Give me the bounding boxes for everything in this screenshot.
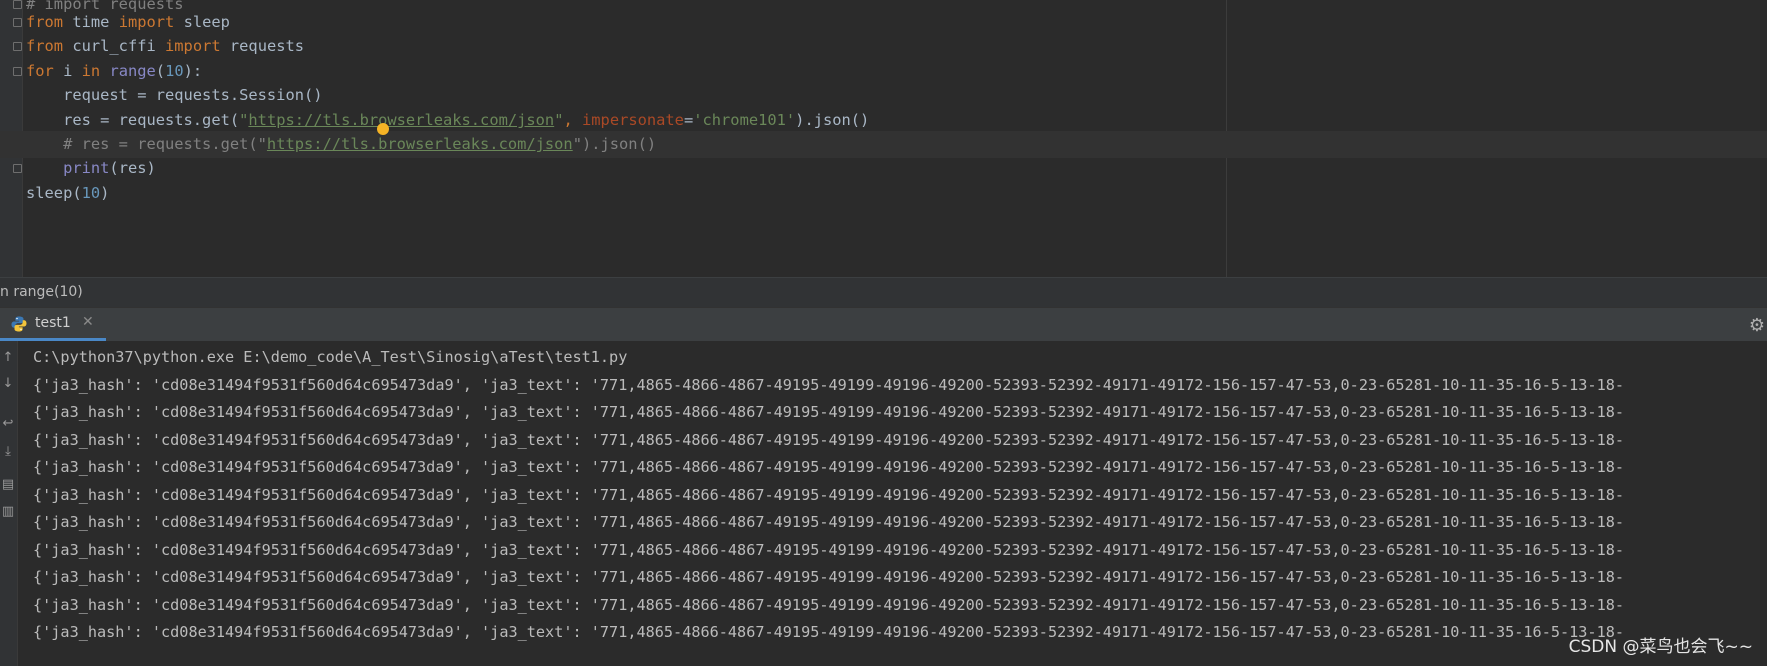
code-token: time bbox=[63, 13, 119, 31]
console-output-line: {'ja3_hash': 'cd08e31494f9531f560d64c695… bbox=[33, 485, 1624, 504]
code-token: curl_cffi bbox=[63, 37, 166, 55]
intention-bulb-icon[interactable] bbox=[377, 123, 389, 135]
code-token: requests bbox=[220, 37, 305, 55]
code-token: ").json() bbox=[572, 135, 657, 153]
breadcrumb-item[interactable]: n range(10) bbox=[0, 284, 83, 300]
breadcrumb[interactable]: n range(10) bbox=[0, 277, 1767, 307]
console-command-line: C:\python37\python.exe E:\demo_code\A_Te… bbox=[33, 348, 628, 366]
code-token: = bbox=[683, 111, 694, 129]
code-token: in bbox=[81, 62, 101, 80]
code-token: for bbox=[26, 62, 54, 80]
arrow-down-icon[interactable]: ↓ bbox=[1, 377, 15, 391]
code-token: impersonate bbox=[582, 111, 684, 129]
code-token: print bbox=[63, 159, 110, 177]
code-token: 'chrome101' bbox=[693, 111, 796, 129]
code-token: res = requests.get( bbox=[26, 111, 240, 129]
console-output-line: {'ja3_hash': 'cd08e31494f9531f560d64c695… bbox=[33, 375, 1624, 394]
console-output-line: {'ja3_hash': 'cd08e31494f9531f560d64c695… bbox=[33, 568, 1624, 586]
code-token: from bbox=[26, 37, 64, 55]
code-token: https://tls.browserleaks.com/json bbox=[248, 111, 555, 129]
code-token: ): bbox=[183, 62, 203, 80]
code-token: sleep bbox=[174, 13, 230, 31]
code-token: i bbox=[53, 62, 82, 80]
code-token: https://tls.browserleaks.com/json bbox=[266, 135, 573, 153]
code-line[interactable]: res = requests.get("https://tls.browserl… bbox=[26, 107, 869, 134]
fold-marker-icon[interactable] bbox=[13, 0, 22, 9]
fold-marker-icon[interactable] bbox=[13, 18, 22, 27]
code-token: , bbox=[563, 111, 583, 129]
code-line[interactable]: from curl_cffi import requests bbox=[26, 33, 304, 60]
code-line[interactable]: sleep(10) bbox=[26, 180, 109, 207]
run-console[interactable]: ↑ ↓ ↩ ⤓ ▤ ▥ C:\python37\python.exe E:\de… bbox=[0, 341, 1767, 666]
code-token: sleep( bbox=[26, 184, 82, 202]
close-icon[interactable]: ✕ bbox=[82, 314, 94, 330]
console-output-line: {'ja3_hash': 'cd08e31494f9531f560d64c695… bbox=[33, 458, 1624, 476]
console-output-line: {'ja3_hash': 'cd08e31494f9531f560d64c695… bbox=[33, 430, 1624, 449]
console-output-line: {'ja3_hash': 'cd08e31494f9531f560d64c695… bbox=[33, 623, 1624, 641]
code-line[interactable]: for i in range(10): bbox=[26, 58, 202, 85]
console-toolbar: ↑ ↓ ↩ ⤓ ▤ ▥ bbox=[0, 341, 18, 666]
code-editor[interactable]: # import requests from time import sleep f… bbox=[0, 0, 1767, 277]
code-token: ( bbox=[155, 62, 166, 80]
code-token: " bbox=[239, 111, 249, 129]
trash-icon[interactable]: ▥ bbox=[1, 505, 15, 519]
console-output-line: {'ja3_hash': 'cd08e31494f9531f560d64c695… bbox=[33, 513, 1624, 531]
console-output-line: {'ja3_hash': 'cd08e31494f9531f560d64c695… bbox=[33, 403, 1624, 421]
code-token: import bbox=[118, 13, 175, 31]
gear-icon[interactable]: ⚙ bbox=[1749, 315, 1765, 336]
fold-marker-icon[interactable] bbox=[13, 164, 22, 173]
code-token: request = requests.Session() bbox=[26, 86, 323, 104]
soft-wrap-icon[interactable]: ↩ bbox=[1, 417, 15, 431]
code-line[interactable]: # res = requests.get("https://tls.browse… bbox=[0, 131, 1767, 158]
code-token: # res = requests.get(" bbox=[26, 135, 267, 153]
code-token: 10 bbox=[81, 184, 101, 202]
tab-run-test1[interactable]: test1 ✕ bbox=[0, 308, 106, 341]
scroll-to-end-icon[interactable]: ⤓ bbox=[1, 445, 15, 459]
code-token: from bbox=[26, 13, 64, 31]
run-tool-window-header: test1 ✕ ⚙ bbox=[0, 307, 1767, 341]
code-token: range bbox=[109, 62, 156, 80]
code-token: ) bbox=[100, 184, 110, 202]
code-line[interactable]: from time import sleep bbox=[26, 9, 230, 36]
code-token: (res) bbox=[109, 159, 156, 177]
console-output-line: {'ja3_hash': 'cd08e31494f9531f560d64c695… bbox=[33, 595, 1624, 614]
console-output-line: {'ja3_hash': 'cd08e31494f9531f560d64c695… bbox=[33, 540, 1624, 559]
arrow-up-icon[interactable]: ↑ bbox=[1, 351, 15, 365]
python-icon bbox=[10, 315, 28, 333]
watermark: CSDN @菜鸟也会飞~~ bbox=[1568, 637, 1753, 657]
print-icon[interactable]: ▤ bbox=[1, 478, 15, 492]
code-token: ).json() bbox=[795, 111, 870, 129]
code-line[interactable]: print(res) bbox=[26, 155, 156, 182]
code-line[interactable]: request = requests.Session() bbox=[26, 82, 323, 109]
fold-marker-icon[interactable] bbox=[13, 42, 22, 51]
code-token: import bbox=[165, 37, 221, 55]
tab-label: test1 bbox=[35, 315, 71, 331]
fold-marker-icon[interactable] bbox=[13, 67, 22, 76]
code-token: 10 bbox=[165, 62, 184, 80]
